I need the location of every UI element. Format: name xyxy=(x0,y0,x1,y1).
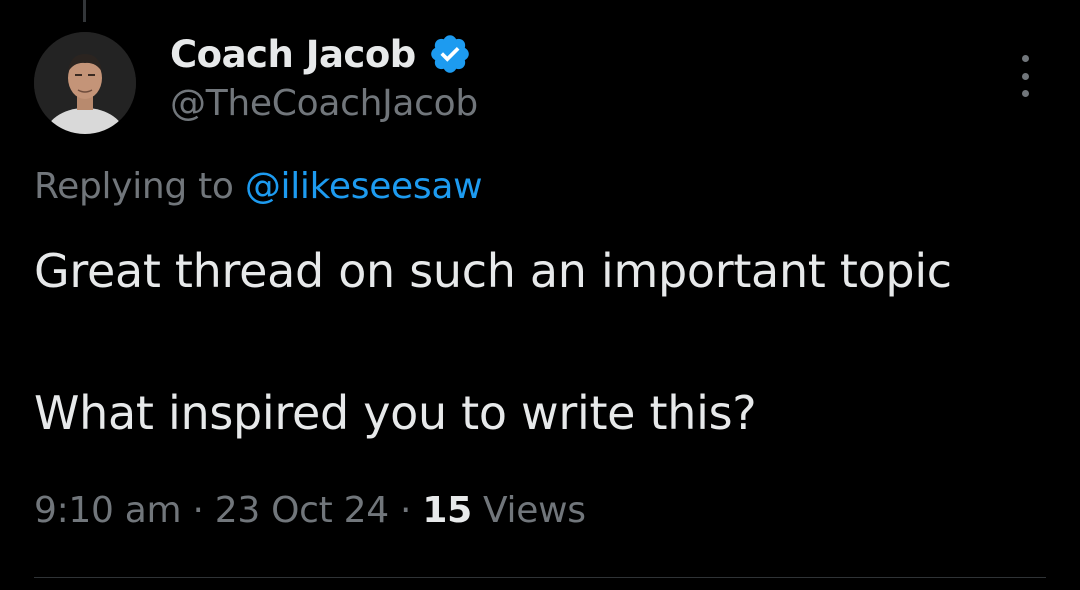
more-dot-icon xyxy=(1021,90,1029,97)
tweet-time[interactable]: 9:10 am xyxy=(34,490,182,531)
more-dot-icon xyxy=(1021,72,1029,80)
thread-connector-line xyxy=(83,0,86,22)
author-handle[interactable]: @TheCoachJacob xyxy=(170,83,478,124)
verified-badge-icon xyxy=(430,35,469,73)
tweet-text-line: What inspired you to write this? xyxy=(34,386,757,440)
meta-separator: · xyxy=(192,490,204,531)
views-count[interactable]: 15 xyxy=(422,490,472,531)
author-display-name[interactable]: Coach Jacob xyxy=(170,33,416,76)
replying-to-link[interactable]: @ilikeseesaw xyxy=(245,166,483,207)
replying-prefix: Replying to xyxy=(34,166,234,207)
avatar[interactable] xyxy=(34,32,136,134)
tweet-date[interactable]: 23 Oct 24 xyxy=(215,490,389,531)
tweet-text-line: Great thread on such an important topic xyxy=(34,244,952,298)
author-name-row: Coach Jacob xyxy=(170,26,472,82)
divider xyxy=(34,577,1046,578)
more-options-button[interactable] xyxy=(1010,55,1040,97)
views-label[interactable]: Views xyxy=(483,490,586,531)
tweet-meta: 9:10 am · 23 Oct 24 · 15 Views xyxy=(34,490,586,531)
replying-to-line: Replying to @ilikeseesaw xyxy=(34,166,483,207)
more-dot-icon xyxy=(1021,55,1029,62)
profile-photo-icon xyxy=(34,32,136,134)
meta-separator: · xyxy=(400,490,412,531)
